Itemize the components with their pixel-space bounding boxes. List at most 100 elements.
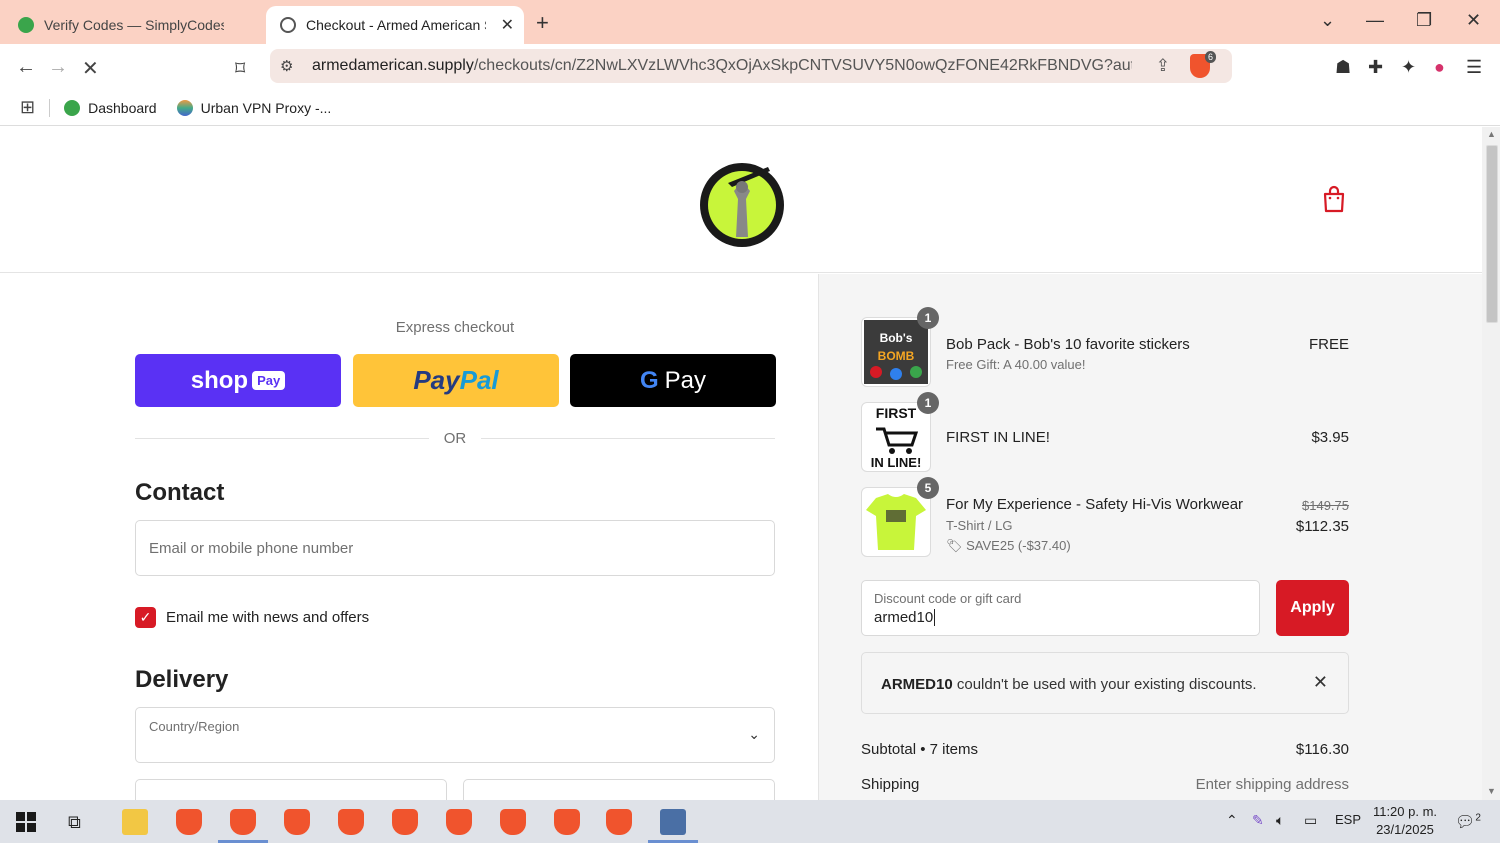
menu-icon[interactable]: ☰ bbox=[1466, 57, 1482, 78]
brave-taskbar-icon[interactable] bbox=[554, 809, 580, 835]
url-path: /checkouts/cn/Z2NwLXVzLWVhc3QxOjAxSkpCNT… bbox=[473, 57, 1132, 74]
contact-heading: Contact bbox=[135, 479, 225, 506]
item-thumbnail: 5 bbox=[861, 477, 939, 557]
task-view-icon[interactable]: ⧉ bbox=[68, 812, 81, 833]
simplycodes-favicon-icon bbox=[18, 17, 34, 33]
app-taskbar-icon[interactable] bbox=[660, 809, 686, 835]
brave-taskbar-icon[interactable] bbox=[500, 809, 526, 835]
vpn-icon[interactable]: ● bbox=[1434, 57, 1445, 78]
tab-title: Verify Codes — SimplyCodes bbox=[44, 17, 224, 33]
notification-count: 2 bbox=[1475, 812, 1481, 824]
windows-start-icon[interactable] bbox=[16, 812, 36, 832]
close-icon[interactable]: ✕ bbox=[1313, 672, 1328, 693]
bookmark-label: Urban VPN Proxy -... bbox=[200, 99, 332, 116]
cart-bag-icon[interactable] bbox=[1322, 185, 1346, 213]
shipping-row: Shipping Enter shipping address bbox=[861, 776, 1349, 793]
forward-arrow-icon[interactable]: → bbox=[48, 56, 68, 79]
minimize-button[interactable]: — bbox=[1366, 10, 1384, 31]
brave-taskbar-icon[interactable] bbox=[606, 809, 632, 835]
battery-icon[interactable]: ▭ bbox=[1304, 812, 1317, 829]
or-text: OR bbox=[443, 430, 467, 447]
new-tab-button[interactable]: + bbox=[536, 10, 549, 36]
tab-checkout[interactable]: Checkout - Armed American Supply ✕ bbox=[266, 6, 524, 44]
discount-code-input[interactable]: Discount code or gift card armed10 bbox=[861, 580, 1260, 636]
close-window-button[interactable]: ✕ bbox=[1466, 10, 1481, 31]
chevron-down-icon: ⌄ bbox=[748, 726, 760, 742]
leo-ai-icon[interactable]: ☗ bbox=[1335, 57, 1351, 78]
address-bar[interactable]: ⚙ armedamerican.supply/checkouts/cn/Z2Nw… bbox=[270, 49, 1232, 83]
back-arrow-icon[interactable]: ← bbox=[16, 56, 36, 79]
share-icon[interactable]: ⇪ bbox=[1156, 56, 1170, 76]
item-name: Bob Pack - Bob's 10 favorite stickers bbox=[946, 336, 1190, 353]
tab-simplycodes[interactable]: Verify Codes — SimplyCodes bbox=[8, 6, 264, 44]
tab-search-chevron-icon[interactable]: ⌄ bbox=[1320, 10, 1335, 31]
system-clock[interactable]: 11:20 p. m. 23/1/2025 bbox=[1370, 803, 1440, 839]
newsletter-checkbox[interactable]: ✓ bbox=[135, 607, 156, 628]
scrollbar-thumb[interactable] bbox=[1486, 145, 1498, 323]
error-message: ARMED10 couldn't be used with your exist… bbox=[881, 676, 1257, 693]
scroll-down-icon[interactable]: ▼ bbox=[1487, 786, 1496, 796]
file-explorer-icon[interactable] bbox=[122, 809, 148, 835]
google-g-icon: G bbox=[639, 366, 659, 394]
restore-button[interactable]: ❐ bbox=[1416, 10, 1432, 31]
shipping-label: Shipping bbox=[861, 776, 920, 793]
bookmark-icon[interactable]: ⌑ bbox=[235, 56, 245, 81]
brave-shields-icon[interactable]: 6 bbox=[1190, 51, 1216, 78]
site-settings-icon[interactable]: ⚙ bbox=[280, 57, 300, 75]
brave-taskbar-icon[interactable] bbox=[284, 809, 310, 835]
tab-close-icon[interactable]: ✕ bbox=[501, 15, 514, 35]
subtotal-label: Subtotal • 7 items bbox=[861, 741, 978, 758]
url-text[interactable]: armedamerican.supply/checkouts/cn/Z2NwLX… bbox=[312, 57, 1132, 75]
first-name-field[interactable] bbox=[135, 779, 447, 800]
tab-title: Checkout - Armed American Supply bbox=[306, 17, 486, 33]
quantity-badge: 1 bbox=[917, 392, 939, 414]
email-field[interactable]: Email or mobile phone number bbox=[135, 520, 775, 576]
apply-button[interactable]: Apply bbox=[1276, 580, 1349, 636]
brave-taskbar-icon[interactable] bbox=[230, 809, 256, 835]
google-pay-button[interactable]: G Pay bbox=[570, 354, 776, 407]
clock-time: 11:20 p. m. bbox=[1372, 804, 1438, 819]
shop-pay-button[interactable]: shop Pay bbox=[135, 354, 341, 407]
paypal-pay-text: Pay bbox=[413, 365, 460, 395]
language-indicator[interactable]: ESP bbox=[1335, 812, 1361, 827]
country-select[interactable]: Country/Region ⌄ bbox=[135, 707, 775, 763]
volume-icon[interactable]: 🔈︎ bbox=[1276, 812, 1284, 829]
brave-taskbar-icon[interactable] bbox=[338, 809, 364, 835]
pen-icon[interactable]: ✎ bbox=[1252, 812, 1264, 829]
subtotal-row: Subtotal • 7 items $116.30 bbox=[861, 741, 1349, 758]
sparkle-icon[interactable]: ✦ bbox=[1401, 57, 1416, 78]
bookmark-dashboard[interactable]: Dashboard bbox=[64, 99, 157, 116]
brave-taskbar-icon[interactable] bbox=[392, 809, 418, 835]
dashboard-favicon-icon bbox=[64, 99, 81, 116]
or-divider: OR bbox=[135, 430, 775, 447]
newsletter-row[interactable]: ✓ Email me with news and offers bbox=[135, 607, 369, 628]
checkout-page: Express checkout shop Pay Pay Pal G Pay O… bbox=[0, 127, 1482, 800]
stop-loading-icon[interactable]: ✕ bbox=[82, 56, 99, 81]
discount-value: armed10 bbox=[874, 609, 936, 626]
discount-text: SAVE25 (-$37.40) bbox=[966, 538, 1071, 553]
first-in-line-image: FIRST IN LINE! bbox=[871, 405, 922, 470]
page-scrollbar[interactable]: ▲ ▼ bbox=[1482, 127, 1500, 800]
item-variant: T-Shirt / LG bbox=[946, 518, 1013, 533]
item-name: For My Experience - Safety Hi-Vis Workwe… bbox=[946, 496, 1244, 513]
tray-chevron-up-icon[interactable]: ⌃ bbox=[1226, 812, 1238, 829]
notifications-icon[interactable]: 💬︎2 bbox=[1455, 812, 1481, 832]
paypal-button[interactable]: Pay Pal bbox=[353, 354, 559, 407]
express-checkout-title: Express checkout bbox=[395, 319, 515, 336]
bookmarks-bar: ⊞ Dashboard Urban VPN Proxy -... bbox=[0, 90, 1500, 126]
bookmark-urban-vpn[interactable]: Urban VPN Proxy -... bbox=[176, 99, 332, 116]
newsletter-label: Email me with news and offers bbox=[166, 609, 370, 626]
apps-grid-icon[interactable]: ⊞ bbox=[20, 97, 35, 118]
summary-item: Bob's BOMB 1 Bob Pack - Bob's 10 favorit… bbox=[861, 307, 1349, 387]
store-header bbox=[0, 127, 1482, 273]
order-summary: Bob's BOMB 1 Bob Pack - Bob's 10 favorit… bbox=[818, 274, 1482, 800]
bookmarks-divider bbox=[49, 98, 51, 117]
armed-american-supply-logo[interactable] bbox=[698, 153, 786, 249]
scroll-up-icon[interactable]: ▲ bbox=[1487, 129, 1496, 139]
summary-item: 5 For My Experience - Safety Hi-Vis Work… bbox=[861, 477, 1349, 557]
last-name-field[interactable] bbox=[463, 779, 775, 800]
extensions-icon[interactable]: ✚ bbox=[1368, 57, 1383, 78]
brave-taskbar-icon[interactable] bbox=[176, 809, 202, 835]
brave-taskbar-icon[interactable] bbox=[446, 809, 472, 835]
browser-toolbar: ← → ✕ ⌑ ⚙ armedamerican.supply/checkouts… bbox=[0, 44, 1500, 90]
